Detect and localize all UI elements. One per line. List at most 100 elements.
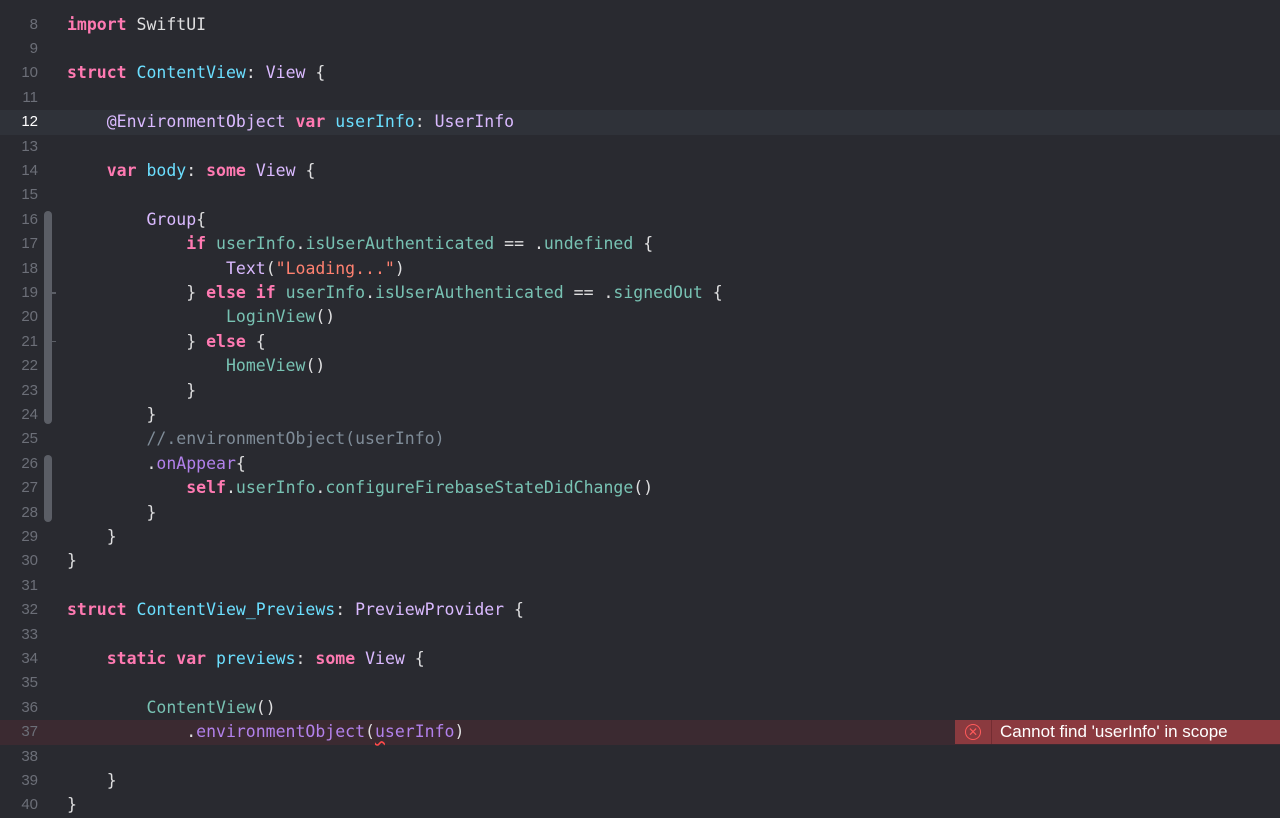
code-text[interactable]: } <box>67 501 156 525</box>
code-line[interactable]: 10 struct ContentView: View { <box>0 61 1280 85</box>
code-line[interactable]: 15 <box>0 183 1280 207</box>
code-line[interactable]: 21 } else { <box>0 329 1280 355</box>
code-text[interactable]: } <box>67 769 117 793</box>
code-fold-ribbon[interactable] <box>44 378 52 403</box>
code-line[interactable]: 20 LoginView() <box>0 305 1280 330</box>
code-line[interactable]: 8 import SwiftUI <box>0 13 1280 37</box>
line-number[interactable]: 25 <box>0 427 38 451</box>
code-fold-ribbon[interactable] <box>44 281 56 306</box>
code-text[interactable]: struct ContentView_Previews: PreviewProv… <box>67 598 524 622</box>
code-text[interactable]: } <box>67 549 77 573</box>
line-number[interactable]: 10 <box>0 61 38 85</box>
code-text[interactable]: .onAppear{ <box>67 452 245 476</box>
error-icon-container[interactable]: ✕ <box>955 720 992 745</box>
line-number[interactable]: 24 <box>0 403 38 427</box>
code-text[interactable]: } <box>67 379 196 403</box>
line-number[interactable]: 33 <box>0 623 38 647</box>
line-number[interactable]: 29 <box>0 525 38 549</box>
code-line[interactable]: 17 if userInfo.isUserAuthenticated == .u… <box>0 232 1280 257</box>
code-text[interactable]: } <box>67 793 77 817</box>
line-number[interactable]: 23 <box>0 379 38 403</box>
line-number[interactable]: 30 <box>0 549 38 573</box>
code-fold-ribbon[interactable] <box>44 354 52 379</box>
code-text[interactable]: LoginView() <box>67 305 335 329</box>
code-text[interactable]: @EnvironmentObject var userInfo: UserInf… <box>67 110 514 134</box>
code-text[interactable]: Group{ <box>67 208 206 232</box>
code-text[interactable]: static var previews: some View { <box>67 647 425 671</box>
line-number[interactable]: 39 <box>0 769 38 793</box>
code-line[interactable]: 18 Text("Loading...") <box>0 256 1280 281</box>
code-fold-ribbon[interactable] <box>44 500 52 522</box>
code-line[interactable]: 29 } <box>0 525 1280 549</box>
line-number[interactable]: 21 <box>0 330 38 354</box>
line-number[interactable]: 32 <box>0 598 38 622</box>
code-line[interactable]: 13 <box>0 135 1280 159</box>
code-fold-ribbon[interactable] <box>44 305 52 330</box>
code-line[interactable]: 14 var body: some View { <box>0 159 1280 183</box>
code-text[interactable]: struct ContentView: View { <box>67 61 325 85</box>
code-line[interactable]: 28 } <box>0 500 1280 525</box>
code-line[interactable]: 12 @EnvironmentObject var userInfo: User… <box>0 110 1280 135</box>
code-text[interactable]: .environmentObject(userInfo) <box>67 720 464 744</box>
code-fold-ribbon[interactable] <box>44 329 56 355</box>
code-text[interactable]: self.userInfo.configureFirebaseStateDidC… <box>67 476 653 500</box>
line-number[interactable]: 22 <box>0 354 38 378</box>
code-line[interactable]: 36 ContentView() <box>0 696 1280 720</box>
code-text[interactable]: Text("Loading...") <box>67 257 405 281</box>
code-line[interactable]: 27 self.userInfo.configureFirebaseStateD… <box>0 476 1280 501</box>
line-number[interactable]: 12 <box>0 110 38 134</box>
line-number[interactable]: 36 <box>0 696 38 720</box>
code-line[interactable]: 40} <box>0 793 1280 817</box>
code-line[interactable]: 11 <box>0 86 1280 110</box>
line-number[interactable]: 19 <box>0 281 38 305</box>
code-fold-ribbon[interactable] <box>44 403 52 425</box>
code-fold-ribbon[interactable] <box>44 232 52 257</box>
line-number[interactable]: 15 <box>0 183 38 207</box>
code-line[interactable]: 34 static var previews: some View { <box>0 647 1280 671</box>
line-number[interactable]: 20 <box>0 305 38 329</box>
line-number[interactable]: 28 <box>0 501 38 525</box>
line-number[interactable]: 34 <box>0 647 38 671</box>
line-number[interactable]: 8 <box>0 13 38 37</box>
code-fold-ribbon[interactable] <box>44 256 52 281</box>
code-line[interactable]: 9 <box>0 37 1280 61</box>
line-number[interactable]: 31 <box>0 574 38 598</box>
code-line[interactable]: 26 .onAppear{ <box>0 452 1280 477</box>
line-number[interactable]: 17 <box>0 232 38 256</box>
line-number[interactable]: 13 <box>0 135 38 159</box>
code-editor[interactable]: 7 8 import SwiftUI 910 struct ContentView: … <box>0 0 1280 818</box>
code-text[interactable]: ContentView() <box>67 696 275 720</box>
line-number[interactable]: 35 <box>0 671 38 695</box>
code-line[interactable]: 25 //.environmentObject(userInfo) <box>0 427 1280 451</box>
code-line[interactable]: 31 <box>0 574 1280 598</box>
code-fold-ribbon[interactable] <box>44 210 52 233</box>
line-number[interactable]: 9 <box>0 37 38 61</box>
line-number[interactable]: 14 <box>0 159 38 183</box>
code-text[interactable]: //.environmentObject(userInfo) <box>67 427 444 451</box>
line-number[interactable]: 18 <box>0 257 38 281</box>
line-number[interactable]: 11 <box>0 86 38 110</box>
error-annotation[interactable]: ✕ Cannot find 'userInfo' in scope <box>955 720 1280 745</box>
code-text[interactable]: } else if userInfo.isUserAuthenticated =… <box>67 281 723 305</box>
code-line[interactable]: 16 Group{ <box>0 208 1280 233</box>
code-fold-ribbon[interactable] <box>44 454 52 477</box>
code-line[interactable]: 24 } <box>0 403 1280 427</box>
line-number[interactable]: 16 <box>0 208 38 232</box>
code-text[interactable]: HomeView() <box>67 354 325 378</box>
code-line[interactable]: 33 <box>0 623 1280 647</box>
code-line[interactable]: 22 HomeView() <box>0 354 1280 379</box>
code-text[interactable]: import SwiftUI <box>67 13 206 37</box>
code-line[interactable]: 32 struct ContentView_Previews: PreviewPr… <box>0 598 1280 622</box>
code-text[interactable]: } <box>67 403 156 427</box>
line-number[interactable]: 27 <box>0 476 38 500</box>
code-text[interactable]: } <box>67 525 117 549</box>
code-text[interactable]: } else { <box>67 330 266 354</box>
code-text[interactable]: if userInfo.isUserAuthenticated == .unde… <box>67 232 653 256</box>
line-number[interactable]: 40 <box>0 793 38 817</box>
line-number[interactable]: 37 <box>0 720 38 744</box>
code-line[interactable]: 39 } <box>0 769 1280 793</box>
line-number[interactable]: 38 <box>0 745 38 769</box>
code-line[interactable]: 35 <box>0 671 1280 695</box>
code-text[interactable]: var body: some View { <box>67 159 316 183</box>
code-fold-ribbon[interactable] <box>44 476 52 501</box>
